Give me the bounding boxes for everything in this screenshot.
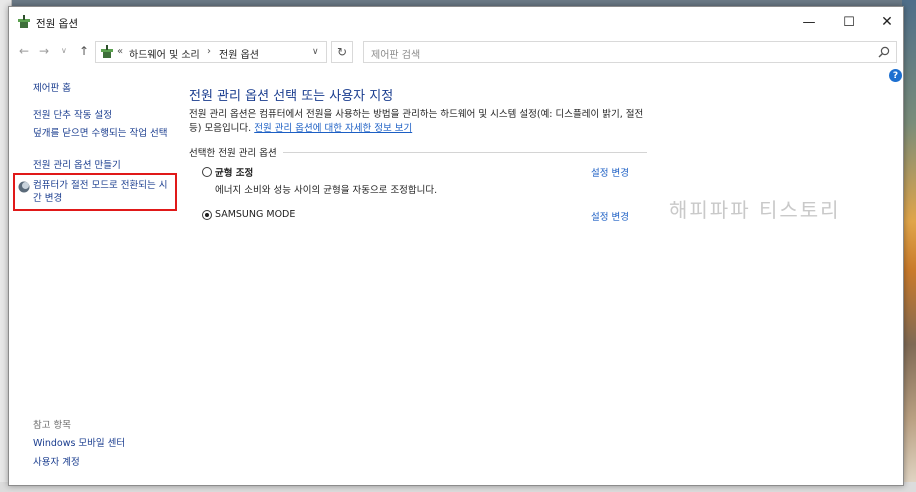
sidebar-item-create-power-plan[interactable]: 전원 관리 옵션 만들기 — [33, 159, 121, 172]
search-icon[interactable] — [877, 45, 891, 59]
balanced-plan-radio[interactable] — [202, 167, 212, 177]
minimize-button[interactable]: — — [791, 7, 827, 37]
sidebar-item-windows-mobility-center[interactable]: Windows 모바일 센터 — [33, 437, 125, 450]
search-input[interactable]: 제어판 검색 — [363, 41, 897, 63]
samsung-plan-name[interactable]: SAMSUNG MODE — [215, 209, 295, 220]
sidebar: 제어판 홈 전원 단추 작동 설정 덮개를 닫으면 수행되는 작업 선택 전원 … — [9, 67, 184, 485]
section-label: 선택한 전원 관리 옵션 — [189, 145, 283, 159]
sidebar-item-lid-close-action[interactable]: 덮개를 닫으면 수행되는 작업 선택 — [33, 127, 173, 140]
power-options-icon — [18, 15, 30, 28]
close-button[interactable]: ✕ — [869, 7, 903, 37]
search-placeholder: 제어판 검색 — [371, 50, 421, 61]
page-description: 전원 관리 옵션은 컴퓨터에서 전원을 사용하는 방법을 관리하는 하드웨어 및… — [189, 108, 651, 136]
address-dropdown-icon[interactable]: ∨ — [312, 47, 319, 57]
sidebar-item-control-panel-home[interactable]: 제어판 홈 — [33, 82, 71, 95]
breadcrumb-hardware-sound[interactable]: 하드웨어 및 소리 — [129, 46, 200, 61]
balanced-plan-description: 에너지 소비와 성능 사이의 균형을 자동으로 조정합니다. — [215, 185, 438, 196]
help-icon[interactable]: ? — [889, 69, 902, 82]
see-also-heading: 참고 항목 — [33, 420, 71, 431]
breadcrumb-separator[interactable]: › — [207, 46, 211, 57]
sidebar-item-power-button-settings[interactable]: 전원 단추 작동 설정 — [33, 109, 112, 122]
breadcrumb-overflow[interactable]: « — [117, 46, 123, 57]
change-settings-samsung-link[interactable]: 설정 변경 — [591, 209, 629, 223]
window-title: 전원 옵션 — [36, 18, 78, 30]
highlight-box — [13, 173, 177, 211]
maximize-button[interactable]: ☐ — [831, 7, 867, 37]
samsung-plan-radio[interactable] — [202, 210, 212, 220]
recent-locations-button[interactable]: ∨ — [61, 46, 67, 55]
more-info-link[interactable]: 전원 관리 옵션에 대한 자세한 정보 보기 — [254, 123, 412, 134]
refresh-button[interactable]: ↻ — [331, 41, 353, 63]
forward-button[interactable]: → — [39, 44, 49, 58]
up-button[interactable]: ↑ — [79, 44, 89, 58]
page-title: 전원 관리 옵션 선택 또는 사용자 지정 — [189, 89, 394, 104]
back-button[interactable]: ← — [19, 44, 29, 58]
background-wallpaper — [902, 0, 916, 492]
address-bar[interactable]: « 하드웨어 및 소리 › 전원 옵션 ∨ — [95, 41, 327, 63]
navigation-bar: ← → ∨ ↑ « 하드웨어 및 소리 › 전원 옵션 ∨ ↻ 제어판 검색 — [9, 37, 903, 67]
watermark: 해피파파 티스토리 — [669, 198, 841, 222]
title-bar: 전원 옵션 — ☐ ✕ — [9, 7, 903, 37]
change-settings-balanced-link[interactable]: 설정 변경 — [591, 165, 629, 179]
power-options-window: 전원 옵션 — ☐ ✕ ← → ∨ ↑ « 하드웨어 및 소리 › 전원 옵션 … — [8, 6, 904, 486]
balanced-plan-name[interactable]: 균형 조정 — [215, 165, 253, 179]
breadcrumb-power-options[interactable]: 전원 옵션 — [219, 46, 259, 61]
control-panel-icon — [101, 45, 113, 58]
sidebar-item-user-accounts[interactable]: 사용자 계정 — [33, 456, 80, 469]
